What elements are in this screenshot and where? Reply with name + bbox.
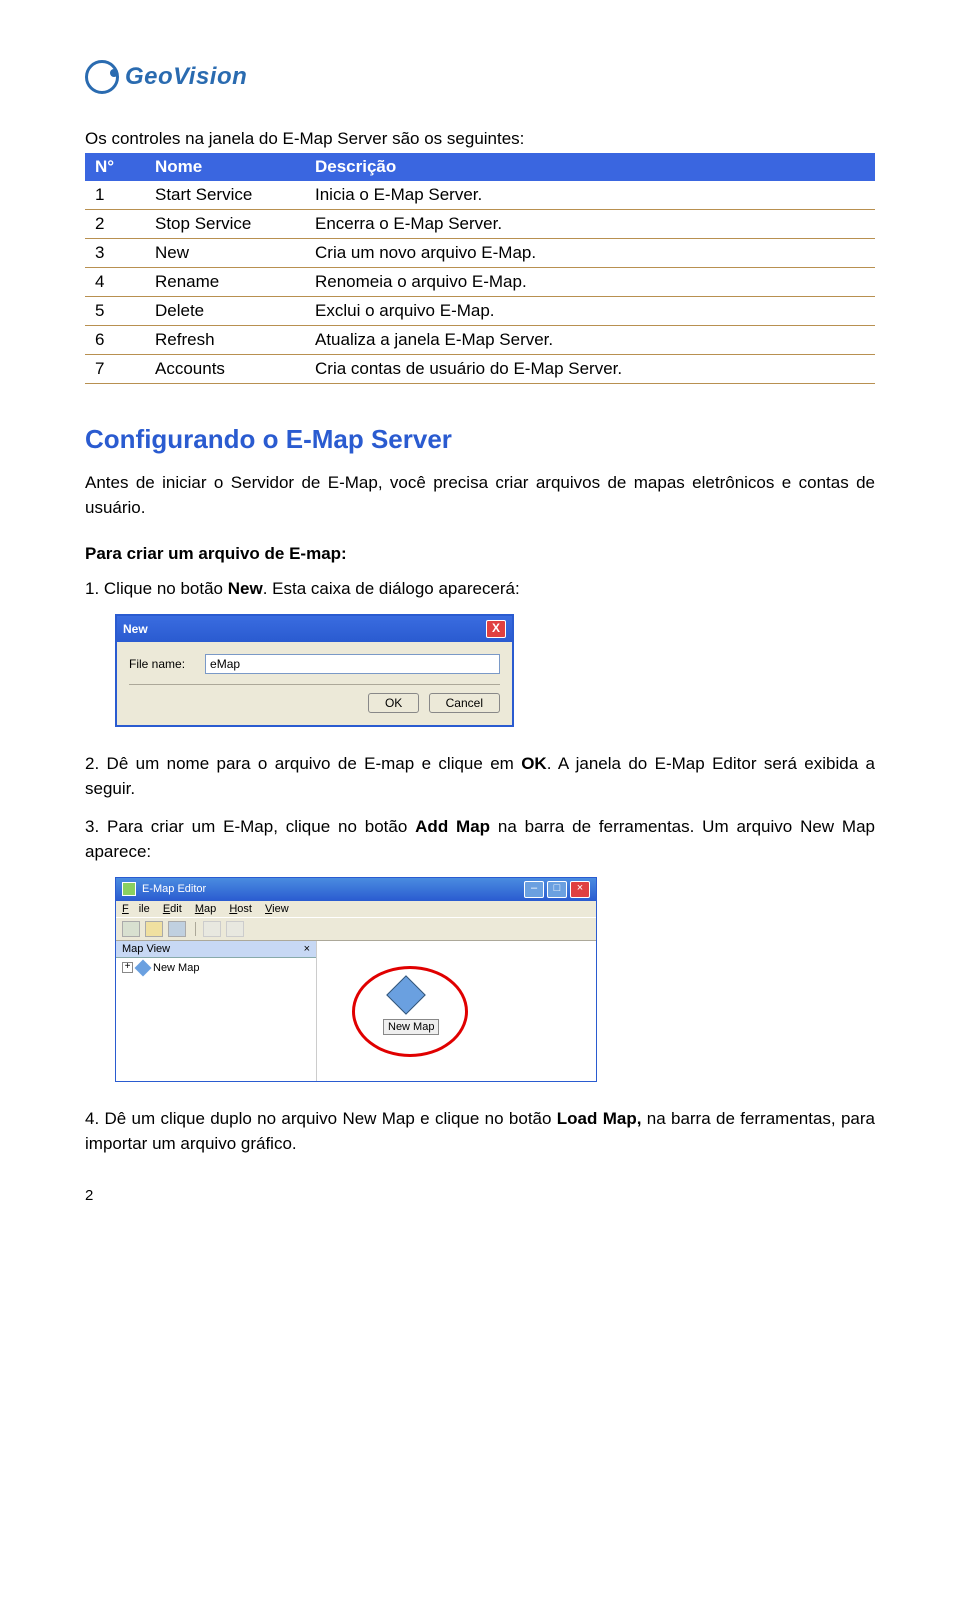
menu-edit[interactable]: Edit xyxy=(163,903,182,915)
menu-map[interactable]: Map xyxy=(195,903,216,915)
toolbar-icon[interactable] xyxy=(168,921,186,937)
controls-table: N° Nome Descrição 1Start ServiceInicia o… xyxy=(85,153,875,384)
tree-item-label: New Map xyxy=(153,962,199,974)
new-dialog: New X File name: OK Cancel xyxy=(115,614,514,727)
table-row: 3NewCria um novo arquivo E-Map. xyxy=(85,239,875,268)
map-item-label: New Map xyxy=(383,1019,439,1035)
filename-label: File name: xyxy=(129,657,185,671)
step-3: 3. Para criar um E-Map, clique no botão … xyxy=(85,814,875,865)
toolbar-separator xyxy=(195,922,196,936)
toolbar-icon[interactable] xyxy=(226,921,244,937)
section-heading: Configurando o E-Map Server xyxy=(85,424,875,455)
step-2: 2. Dê um nome para o arquivo de E-map e … xyxy=(85,751,875,802)
editor-toolbar xyxy=(116,917,596,941)
menu-host[interactable]: Host xyxy=(229,903,252,915)
editor-titlebar: E-Map Editor – □ × xyxy=(116,878,596,901)
dialog-title: New xyxy=(123,622,148,636)
dialog-titlebar: New X xyxy=(117,616,512,642)
th-num: N° xyxy=(85,153,145,181)
table-row: 2Stop ServiceEncerra o E-Map Server. xyxy=(85,210,875,239)
table-row: 7AccountsCria contas de usuário do E-Map… xyxy=(85,355,875,384)
close-icon[interactable]: X xyxy=(486,620,506,638)
editor-menubar[interactable]: File Edit Map Host View xyxy=(116,901,596,917)
panel-close-icon[interactable]: × xyxy=(304,943,310,955)
expand-icon[interactable]: + xyxy=(122,962,133,973)
cancel-button[interactable]: Cancel xyxy=(429,693,500,713)
table-row: 4RenameRenomeia o arquivo E-Map. xyxy=(85,268,875,297)
editor-title-text: E-Map Editor xyxy=(142,883,206,895)
maximize-icon[interactable]: □ xyxy=(547,881,567,898)
emap-editor-window: E-Map Editor – □ × File Edit Map Host Vi… xyxy=(115,877,597,1082)
logo-icon xyxy=(85,60,119,94)
logo-text: GeoVision xyxy=(125,63,247,91)
table-row: 5DeleteExclui o arquivo E-Map. xyxy=(85,297,875,326)
menu-view[interactable]: View xyxy=(265,903,289,915)
table-row: 6RefreshAtualiza a janela E-Map Server. xyxy=(85,326,875,355)
mapview-label: Map View xyxy=(122,943,170,955)
section-body: Antes de iniciar o Servidor de E-Map, vo… xyxy=(85,471,875,520)
table-row: 1Start ServiceInicia o E-Map Server. xyxy=(85,181,875,210)
toolbar-icon[interactable] xyxy=(122,921,140,937)
step-4: 4. Dê um clique duplo no arquivo New Map… xyxy=(85,1106,875,1157)
subhead: Para criar um arquivo de E-map: xyxy=(85,544,875,564)
editor-tree-panel: Map View × + New Map xyxy=(116,941,317,1081)
toolbar-icon[interactable] xyxy=(145,921,163,937)
th-name: Nome xyxy=(145,153,305,181)
ok-button[interactable]: OK xyxy=(368,693,419,713)
filename-input[interactable] xyxy=(205,654,500,674)
step-1: 1. Clique no botão New. Esta caixa de di… xyxy=(85,576,875,602)
editor-app-icon xyxy=(122,882,136,896)
minimize-icon[interactable]: – xyxy=(524,881,544,898)
editor-canvas[interactable]: New Map xyxy=(317,941,596,1081)
menu-file[interactable]: File xyxy=(122,903,150,915)
tree-item-newmap[interactable]: + New Map xyxy=(116,958,316,978)
toolbar-icon[interactable] xyxy=(203,921,221,937)
map-icon xyxy=(135,959,152,976)
divider xyxy=(129,684,500,685)
intro-text: Os controles na janela do E-Map Server s… xyxy=(85,129,875,149)
th-desc: Descrição xyxy=(305,153,875,181)
close-icon[interactable]: × xyxy=(570,881,590,898)
logo: GeoVision xyxy=(85,60,875,94)
page-number: 2 xyxy=(85,1187,875,1204)
